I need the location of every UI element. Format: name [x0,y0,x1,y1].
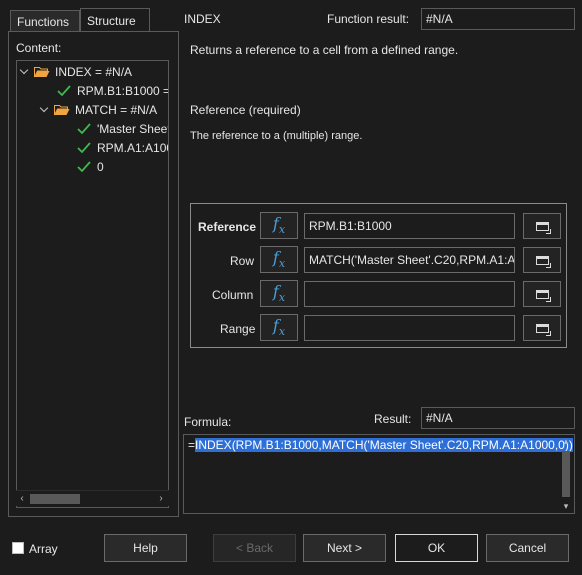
fx-button-range[interactable]: fx [260,314,298,341]
array-checkbox[interactable] [12,542,24,554]
arg-label-column: Column [212,288,254,302]
function-wizard-icon: fx [272,316,286,339]
tree-horizontal-scrollbar[interactable]: ‹ › [16,490,169,506]
arg-label-reference: Reference [198,220,257,234]
tree-item-label: 'Master Sheet'.C20 [97,122,169,136]
tree-item-label: 0 [97,160,104,174]
result-field: #N/A [421,407,575,429]
tree-item-rpm-a[interactable]: RPM.A1:A1000 [77,139,168,157]
folder-open-icon [34,67,50,78]
shrink-dialog-icon [536,222,551,234]
checkmark-icon [57,85,71,97]
tab-structure[interactable]: Structure [80,8,150,32]
scrollbar-thumb[interactable] [562,451,570,497]
formula-text[interactable]: =INDEX(RPM.B1:B1000,MATCH('Master Sheet'… [188,438,573,452]
fx-button-column[interactable]: fx [260,280,298,307]
checkmark-icon [77,142,91,154]
formula-vertical-scrollbar[interactable]: ▴ ▾ [558,435,574,513]
scroll-left-icon[interactable]: ‹ [16,493,28,505]
shrink-button-row[interactable] [523,247,561,273]
content-label: Content: [16,41,62,55]
function-result-field: #N/A [421,8,575,30]
chevron-down-icon[interactable] [19,67,29,77]
shrink-dialog-icon [536,290,551,302]
ok-button[interactable]: OK [395,534,478,562]
function-wizard-icon: fx [272,214,286,237]
formula-selection: INDEX(RPM.B1:B1000,MATCH('Master Sheet'.… [195,438,573,452]
parameter-title: Reference (required) [190,103,301,117]
tree-item-label: MATCH = #N/A [75,103,158,117]
function-wizard-icon: fx [272,282,286,305]
fx-button-reference[interactable]: fx [260,212,298,239]
tree-item-match[interactable]: MATCH = #N/A [39,101,157,119]
function-description: Returns a reference to a cell from a def… [190,43,459,57]
folder-open-icon [54,105,70,116]
checkmark-icon [77,123,91,135]
scrollbar-thumb[interactable] [30,494,80,504]
tree-item-label: RPM.A1:A1000 [97,141,168,155]
arg-label-range: Range [220,322,256,336]
function-wizard-icon: fx [272,248,286,271]
arg-label-row: Row [230,254,255,268]
shrink-dialog-icon [536,256,551,268]
cancel-button[interactable]: Cancel [486,534,569,562]
tree-item-label: INDEX = #N/A [55,65,133,79]
result-label: Result: [374,412,412,426]
shrink-button-reference[interactable] [523,213,561,239]
arg-input-reference[interactable]: RPM.B1:B1000 [304,213,515,239]
scroll-right-icon[interactable]: › [155,493,167,505]
help-button[interactable]: Help [104,534,187,562]
scroll-up-icon[interactable]: ▴ [561,436,571,447]
tree-item-zero[interactable]: 0 [77,158,104,176]
tab-functions[interactable]: Functions [10,10,80,32]
scroll-down-icon[interactable]: ▾ [561,501,571,512]
back-button[interactable]: < Back [213,534,296,562]
formula-label: Formula: [184,415,232,429]
shrink-button-column[interactable] [523,281,561,307]
chevron-down-icon[interactable] [39,105,49,115]
tree-item-master-sheet[interactable]: 'Master Sheet'.C20 [77,120,169,138]
shrink-button-range[interactable] [523,315,561,341]
parameter-description: The reference to a (multiple) range. [190,130,363,142]
fx-button-row[interactable]: fx [260,246,298,273]
function-result-label: Function result: [327,12,410,26]
function-name: INDEX [184,12,221,26]
structure-tree[interactable]: INDEX = #N/A RPM.B1:B1000 = #N/A MATCH =… [16,60,169,508]
tree-item-index[interactable]: INDEX = #N/A [19,63,132,81]
tree-item-reference[interactable]: RPM.B1:B1000 = #N/A [57,82,168,100]
formula-editor[interactable]: =INDEX(RPM.B1:B1000,MATCH('Master Sheet'… [183,434,575,514]
next-button[interactable]: Next > [303,534,386,562]
arg-input-row[interactable]: MATCH('Master Sheet'.C20,RPM.A1:A1000,0) [304,247,515,273]
arg-input-range[interactable] [304,315,515,341]
shrink-dialog-icon [536,324,551,336]
array-label: Array [29,542,58,556]
tree-item-label: RPM.B1:B1000 = #N/A [77,84,168,98]
arg-input-column[interactable] [304,281,515,307]
checkmark-icon [77,161,91,173]
